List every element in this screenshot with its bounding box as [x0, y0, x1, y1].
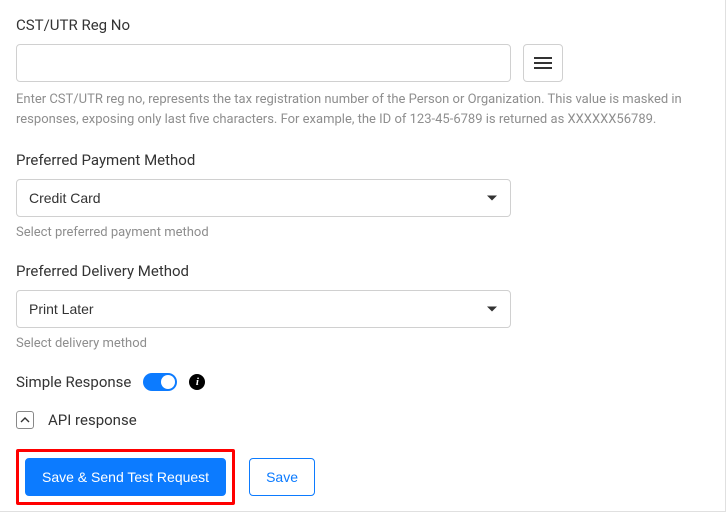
payment-method-label: Preferred Payment Method [16, 151, 709, 169]
payment-method-select[interactable]: Credit Card [16, 179, 511, 217]
delivery-method-select[interactable]: Print Later [16, 290, 511, 328]
chevron-up-icon [20, 415, 30, 425]
highlight-annotation: Save & Send Test Request [16, 449, 235, 505]
menu-button[interactable] [523, 44, 563, 82]
info-icon[interactable]: i [189, 374, 205, 390]
payment-method-help-text: Select preferred payment method [16, 225, 709, 240]
save-send-test-request-button[interactable]: Save & Send Test Request [25, 458, 226, 496]
hamburger-icon [534, 62, 552, 64]
cst-utr-label: CST/UTR Reg No [16, 16, 709, 34]
simple-response-label: Simple Response [16, 373, 131, 391]
cst-utr-help-text: Enter CST/UTR reg no, represents the tax… [16, 90, 696, 129]
delivery-method-help-text: Select delivery method [16, 336, 709, 351]
api-response-label: API response [48, 411, 137, 429]
api-response-collapse-button[interactable] [16, 411, 34, 429]
delivery-method-label: Preferred Delivery Method [16, 262, 709, 280]
simple-response-toggle[interactable] [143, 373, 177, 391]
save-button[interactable]: Save [249, 458, 315, 496]
cst-utr-input[interactable] [16, 44, 511, 82]
